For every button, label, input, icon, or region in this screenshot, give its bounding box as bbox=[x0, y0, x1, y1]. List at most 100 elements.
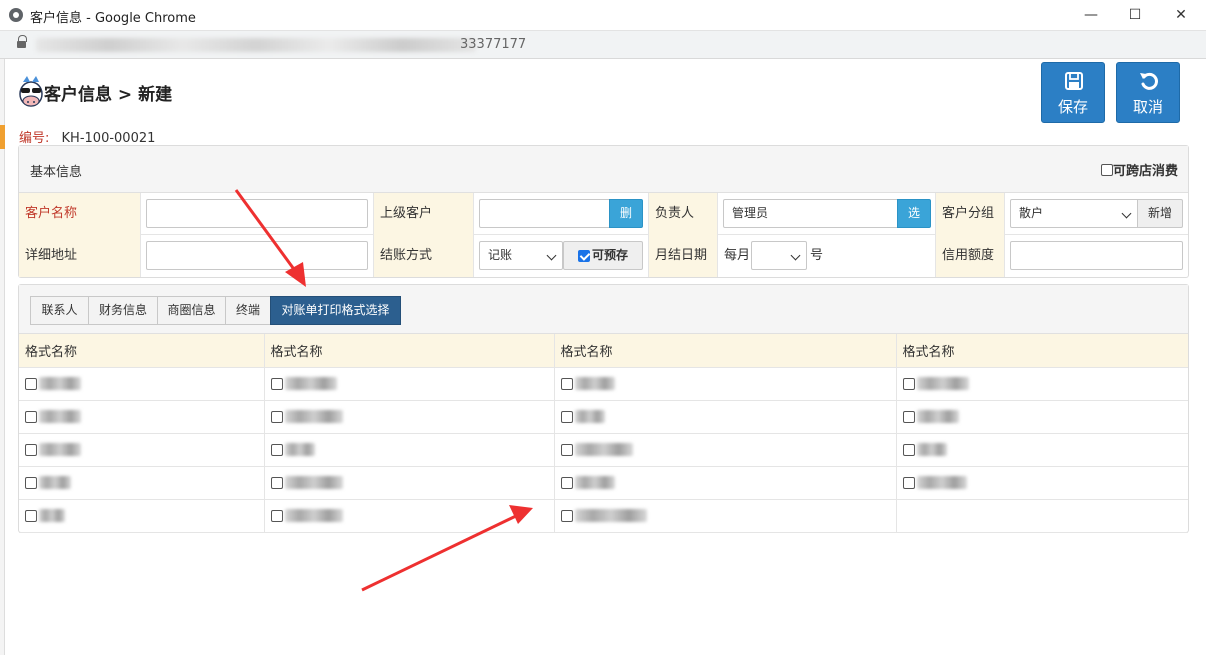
tab-contacts[interactable]: 联系人 bbox=[30, 296, 89, 325]
blurred-url bbox=[36, 38, 476, 52]
format-option[interactable] bbox=[560, 377, 896, 390]
tab-business-district[interactable]: 商圈信息 bbox=[157, 296, 226, 325]
window-titlebar: 客户信息 - Google Chrome — ☐ ✕ bbox=[0, 0, 1206, 31]
format-option[interactable] bbox=[25, 476, 264, 489]
format-checkbox[interactable] bbox=[902, 410, 915, 423]
format-checkbox[interactable] bbox=[270, 443, 283, 456]
format-checkbox[interactable] bbox=[25, 509, 37, 522]
address-bar[interactable]: 33377177 bbox=[0, 31, 1206, 59]
monthly-day-select[interactable] bbox=[751, 241, 807, 270]
group-select[interactable]: 散户 bbox=[1010, 199, 1138, 228]
minimize-button[interactable]: — bbox=[1068, 0, 1114, 31]
close-button[interactable]: ✕ bbox=[1158, 0, 1204, 31]
format-cell bbox=[554, 433, 897, 467]
format-cell bbox=[264, 367, 555, 401]
format-cell bbox=[264, 499, 555, 533]
owner-input[interactable]: 管理员 bbox=[723, 199, 898, 228]
window-title: 客户信息 - Google Chrome bbox=[30, 11, 196, 26]
maximize-button[interactable]: ☐ bbox=[1112, 0, 1158, 31]
redacted-format-name bbox=[284, 410, 343, 423]
format-checkbox[interactable] bbox=[25, 377, 37, 390]
format-option[interactable] bbox=[270, 443, 554, 456]
format-checkbox[interactable] bbox=[902, 443, 915, 456]
customer-name-label: 客户名称 bbox=[19, 193, 141, 235]
format-option[interactable] bbox=[902, 377, 1189, 390]
settlement-select[interactable]: 记账 bbox=[479, 241, 563, 270]
monthly-prefix: 每月 bbox=[724, 248, 751, 263]
address-label: 详细地址 bbox=[19, 235, 141, 277]
cow-mascot-icon bbox=[19, 76, 43, 107]
format-checkbox[interactable] bbox=[902, 377, 915, 390]
format-option[interactable] bbox=[902, 476, 1189, 489]
monthly-suffix: 号 bbox=[810, 248, 824, 263]
table-header-row: 格式名称 格式名称 格式名称 格式名称 bbox=[19, 334, 1188, 368]
address-input[interactable] bbox=[146, 241, 368, 270]
basic-info-panel: 基本信息 可跨店消费 客户名称 上级客户 删 负责人 管理员 选 客户分组 散户… bbox=[18, 145, 1189, 278]
format-checkbox[interactable] bbox=[560, 509, 573, 522]
owner-select-button[interactable]: 选 bbox=[897, 199, 931, 228]
tab-finance[interactable]: 财务信息 bbox=[88, 296, 158, 325]
undo-icon bbox=[1140, 72, 1158, 90]
redacted-format-name bbox=[284, 509, 343, 522]
format-option[interactable] bbox=[25, 509, 264, 522]
format-cell bbox=[19, 433, 265, 467]
code-label: 编号: bbox=[19, 131, 50, 146]
format-checkbox[interactable] bbox=[270, 410, 283, 423]
tabs-bar: 联系人 财务信息 商圈信息 终端 对账单打印格式选择 bbox=[19, 285, 1188, 334]
format-option[interactable] bbox=[560, 443, 896, 456]
format-checkbox[interactable] bbox=[560, 443, 573, 456]
tab-statement-print-format[interactable]: 对账单打印格式选择 bbox=[270, 296, 401, 325]
redacted-format-name bbox=[39, 410, 81, 423]
table-row bbox=[19, 466, 1189, 500]
cross-store-checkbox[interactable] bbox=[1100, 163, 1113, 176]
parent-customer-delete-button[interactable]: 删 bbox=[609, 199, 643, 228]
chrome-icon bbox=[9, 8, 23, 22]
group-label: 客户分组 bbox=[936, 193, 1005, 235]
format-option[interactable] bbox=[25, 377, 264, 390]
format-option[interactable] bbox=[270, 476, 554, 489]
cancel-label: 取消 bbox=[1132, 98, 1163, 116]
redacted-format-name bbox=[39, 509, 65, 522]
basic-info-header: 基本信息 可跨店消费 bbox=[19, 146, 1188, 193]
format-checkbox[interactable] bbox=[25, 410, 37, 423]
cancel-button[interactable]: 取消 bbox=[1116, 62, 1180, 123]
format-checkbox[interactable] bbox=[270, 509, 283, 522]
format-option[interactable] bbox=[902, 443, 1189, 456]
chevron-down-icon bbox=[790, 250, 801, 261]
owner-cell: 管理员 选 bbox=[718, 193, 936, 235]
cross-store-option[interactable]: 可跨店消费 bbox=[1100, 160, 1178, 179]
customer-name-cell bbox=[141, 193, 374, 235]
format-option[interactable] bbox=[270, 509, 554, 522]
table-row bbox=[19, 433, 1189, 467]
group-add-button[interactable]: 新增 bbox=[1137, 199, 1183, 228]
column-header: 格式名称 bbox=[554, 334, 897, 368]
save-button[interactable]: 保存 bbox=[1041, 62, 1105, 123]
form-row-2: 详细地址 结账方式 记账 可预存 月结日期 每月 号 信用额度 bbox=[19, 235, 1188, 277]
format-checkbox[interactable] bbox=[25, 476, 37, 489]
format-checkbox[interactable] bbox=[560, 410, 573, 423]
format-checkbox[interactable] bbox=[25, 443, 37, 456]
credit-input[interactable] bbox=[1010, 241, 1183, 270]
prepay-checkbox[interactable] bbox=[577, 249, 590, 262]
format-option[interactable] bbox=[902, 410, 1189, 423]
format-option[interactable] bbox=[270, 410, 554, 423]
format-checkbox[interactable] bbox=[560, 476, 573, 489]
format-checkbox[interactable] bbox=[270, 476, 283, 489]
format-option[interactable] bbox=[270, 377, 554, 390]
redacted-format-name bbox=[574, 443, 633, 456]
parent-customer-input[interactable] bbox=[479, 199, 610, 228]
prepay-option[interactable]: 可预存 bbox=[563, 241, 643, 270]
format-option[interactable] bbox=[25, 443, 264, 456]
format-option[interactable] bbox=[560, 509, 896, 522]
format-checkbox[interactable] bbox=[560, 377, 573, 390]
format-checkbox[interactable] bbox=[902, 476, 915, 489]
customer-name-input[interactable] bbox=[146, 199, 368, 228]
redacted-format-name bbox=[574, 476, 615, 489]
format-checkbox[interactable] bbox=[270, 377, 283, 390]
format-option[interactable] bbox=[560, 410, 896, 423]
format-option[interactable] bbox=[560, 476, 896, 489]
lock-icon bbox=[17, 35, 27, 49]
tab-terminal[interactable]: 终端 bbox=[225, 296, 271, 325]
format-cell bbox=[19, 367, 265, 401]
format-option[interactable] bbox=[25, 410, 264, 423]
